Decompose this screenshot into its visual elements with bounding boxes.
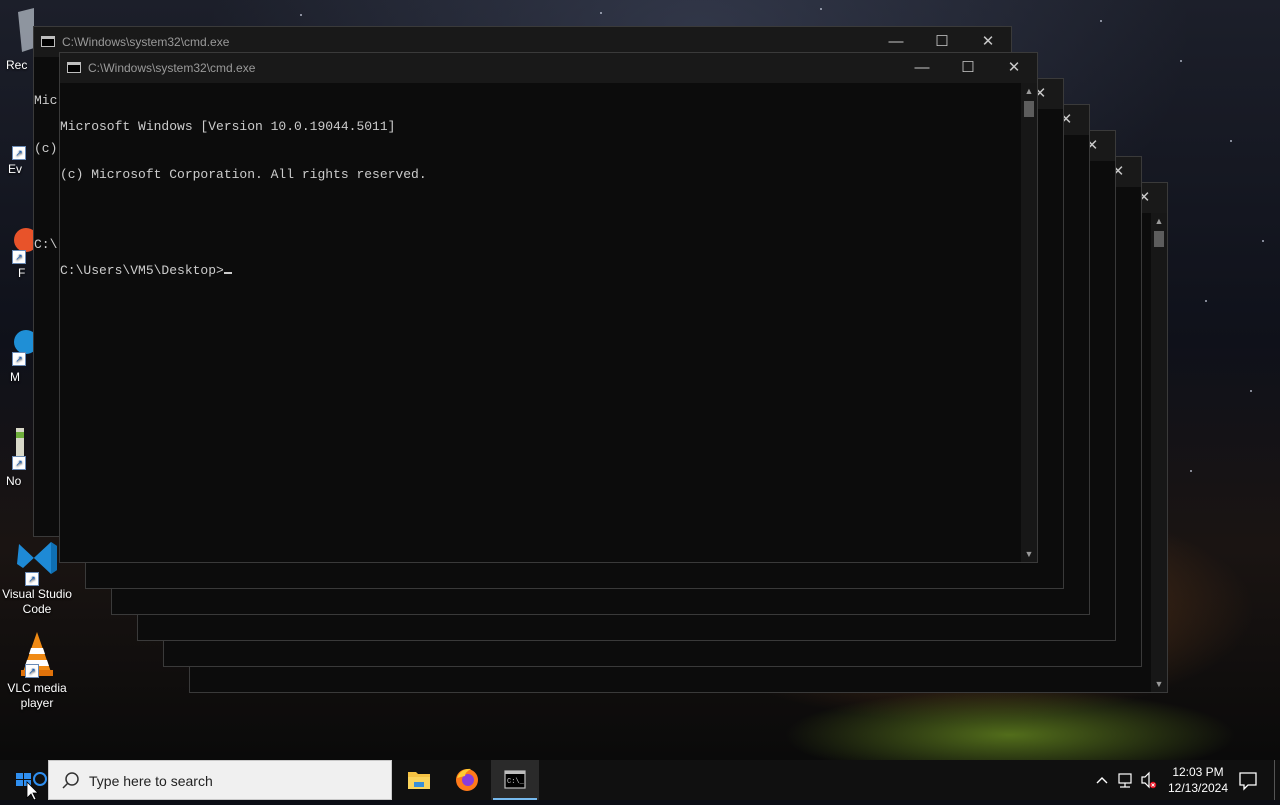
search-placeholder: Type here to search bbox=[89, 773, 213, 789]
scroll-up-icon[interactable]: ▲ bbox=[1021, 83, 1037, 99]
console-output[interactable]: Microsoft Windows [Version 10.0.19044.50… bbox=[60, 83, 1021, 562]
scroll-thumb[interactable] bbox=[1024, 101, 1034, 117]
everything-label: Ev bbox=[8, 162, 23, 176]
clock-time: 12:03 PM bbox=[1172, 765, 1224, 779]
taskbar-firefox[interactable] bbox=[443, 760, 491, 800]
text-cursor bbox=[223, 272, 232, 274]
console-prompt: C:\Users\VM5\Desktop> bbox=[60, 263, 224, 278]
cmd-icon: C:\_ bbox=[504, 770, 526, 789]
taskbar: Type here to search C:\_ 12:03 PM 12/13/… bbox=[0, 760, 1280, 801]
notepad-icon: ↗ bbox=[0, 428, 34, 470]
edge-label: M bbox=[10, 370, 20, 384]
vlc-label: VLC media player bbox=[7, 681, 67, 710]
window-title: C:\Windows\system32\cmd.exe bbox=[88, 61, 256, 75]
minimize-button[interactable]: — bbox=[899, 53, 945, 83]
shortcut-arrow-icon: ↗ bbox=[25, 572, 39, 586]
scroll-up-icon[interactable]: ▲ bbox=[1151, 213, 1167, 229]
window-title: C:\Windows\system32\cmd.exe bbox=[62, 35, 230, 49]
svg-text:C:\_: C:\_ bbox=[507, 778, 525, 786]
cmd-icon bbox=[41, 36, 55, 47]
scroll-down-icon[interactable]: ▼ bbox=[1151, 676, 1167, 692]
cmd-window-front[interactable]: C:\Windows\system32\cmd.exe — ☐ ✕ Micros… bbox=[59, 52, 1038, 563]
search-icon bbox=[62, 772, 79, 789]
taskbar-file-explorer[interactable] bbox=[395, 760, 443, 800]
action-center-button[interactable] bbox=[1236, 760, 1260, 800]
taskbar-search-box[interactable]: Type here to search bbox=[48, 760, 392, 800]
vertical-scrollbar[interactable]: ▲ ▼ bbox=[1021, 83, 1037, 562]
start-button[interactable] bbox=[0, 760, 48, 801]
file-explorer-icon bbox=[408, 772, 430, 789]
desktop: Rec ↗ Ev ↗ F ↗ M ↗ No ↗ Visual Studio Co… bbox=[0, 0, 1280, 760]
maximize-button[interactable]: ☐ bbox=[945, 53, 991, 83]
taskbar-cmd[interactable]: C:\_ bbox=[491, 760, 539, 800]
show-hidden-icons-chevron-icon[interactable] bbox=[1096, 777, 1108, 784]
notepad-shortcut[interactable]: ↗ No bbox=[0, 428, 34, 488]
close-button[interactable]: ✕ bbox=[991, 53, 1037, 83]
shortcut-arrow-icon: ↗ bbox=[12, 146, 26, 160]
firefox-shortcut[interactable]: ↗ F bbox=[0, 222, 38, 280]
network-icon[interactable] bbox=[1118, 773, 1132, 788]
windows-logo-icon bbox=[16, 772, 47, 801]
shortcut-arrow-icon: ↗ bbox=[12, 456, 26, 470]
firefox-icon bbox=[456, 768, 478, 791]
console-line: (c) Microsoft Corporation. All rights re… bbox=[60, 167, 427, 182]
recycle-bin-label: Rec bbox=[6, 58, 28, 72]
notepad-label: No bbox=[6, 474, 22, 488]
recycle-bin-icon bbox=[0, 8, 34, 52]
cmd-titlebar[interactable]: C:\Windows\system32\cmd.exe — ☐ ✕ bbox=[60, 53, 1037, 83]
vlc-shortcut[interactable]: ↗ VLC media player bbox=[0, 630, 74, 711]
system-tray bbox=[1090, 760, 1160, 800]
clock-date: 12/13/2024 bbox=[1167, 781, 1229, 795]
console-line: Microsoft Windows [Version 10.0.19044.50… bbox=[60, 119, 396, 134]
everything-icon: ↗ bbox=[0, 140, 34, 162]
everything-shortcut[interactable]: ↗ Ev bbox=[0, 140, 34, 176]
scroll-down-icon[interactable]: ▼ bbox=[1021, 546, 1037, 562]
scroll-thumb[interactable] bbox=[1154, 231, 1164, 247]
vertical-scrollbar[interactable]: ▲ ▼ bbox=[1151, 213, 1167, 692]
vlc-icon: ↗ bbox=[13, 630, 61, 678]
shortcut-arrow-icon: ↗ bbox=[12, 250, 26, 264]
cmd-icon bbox=[67, 62, 81, 73]
shortcut-arrow-icon: ↗ bbox=[25, 664, 39, 678]
vscode-icon: ↗ bbox=[13, 536, 61, 586]
shortcut-arrow-icon: ↗ bbox=[12, 352, 26, 366]
show-desktop-button[interactable] bbox=[1274, 760, 1280, 800]
firefox-label: F bbox=[18, 266, 26, 280]
vscode-label: Visual Studio Code bbox=[2, 587, 72, 616]
notification-icon bbox=[1239, 772, 1257, 791]
console-prompt-line: C:\Users\VM5\Desktop> bbox=[60, 263, 1021, 279]
firefox-desktop-icon: ↗ bbox=[0, 222, 38, 264]
taskbar-clock[interactable]: 12:03 PM 12/13/2024 bbox=[1160, 764, 1236, 796]
edge-icon: ↗ bbox=[0, 324, 38, 366]
volume-muted-icon[interactable] bbox=[1141, 771, 1157, 789]
recycle-bin-shortcut[interactable]: Rec bbox=[0, 8, 34, 72]
edge-shortcut[interactable]: ↗ M bbox=[0, 324, 38, 384]
